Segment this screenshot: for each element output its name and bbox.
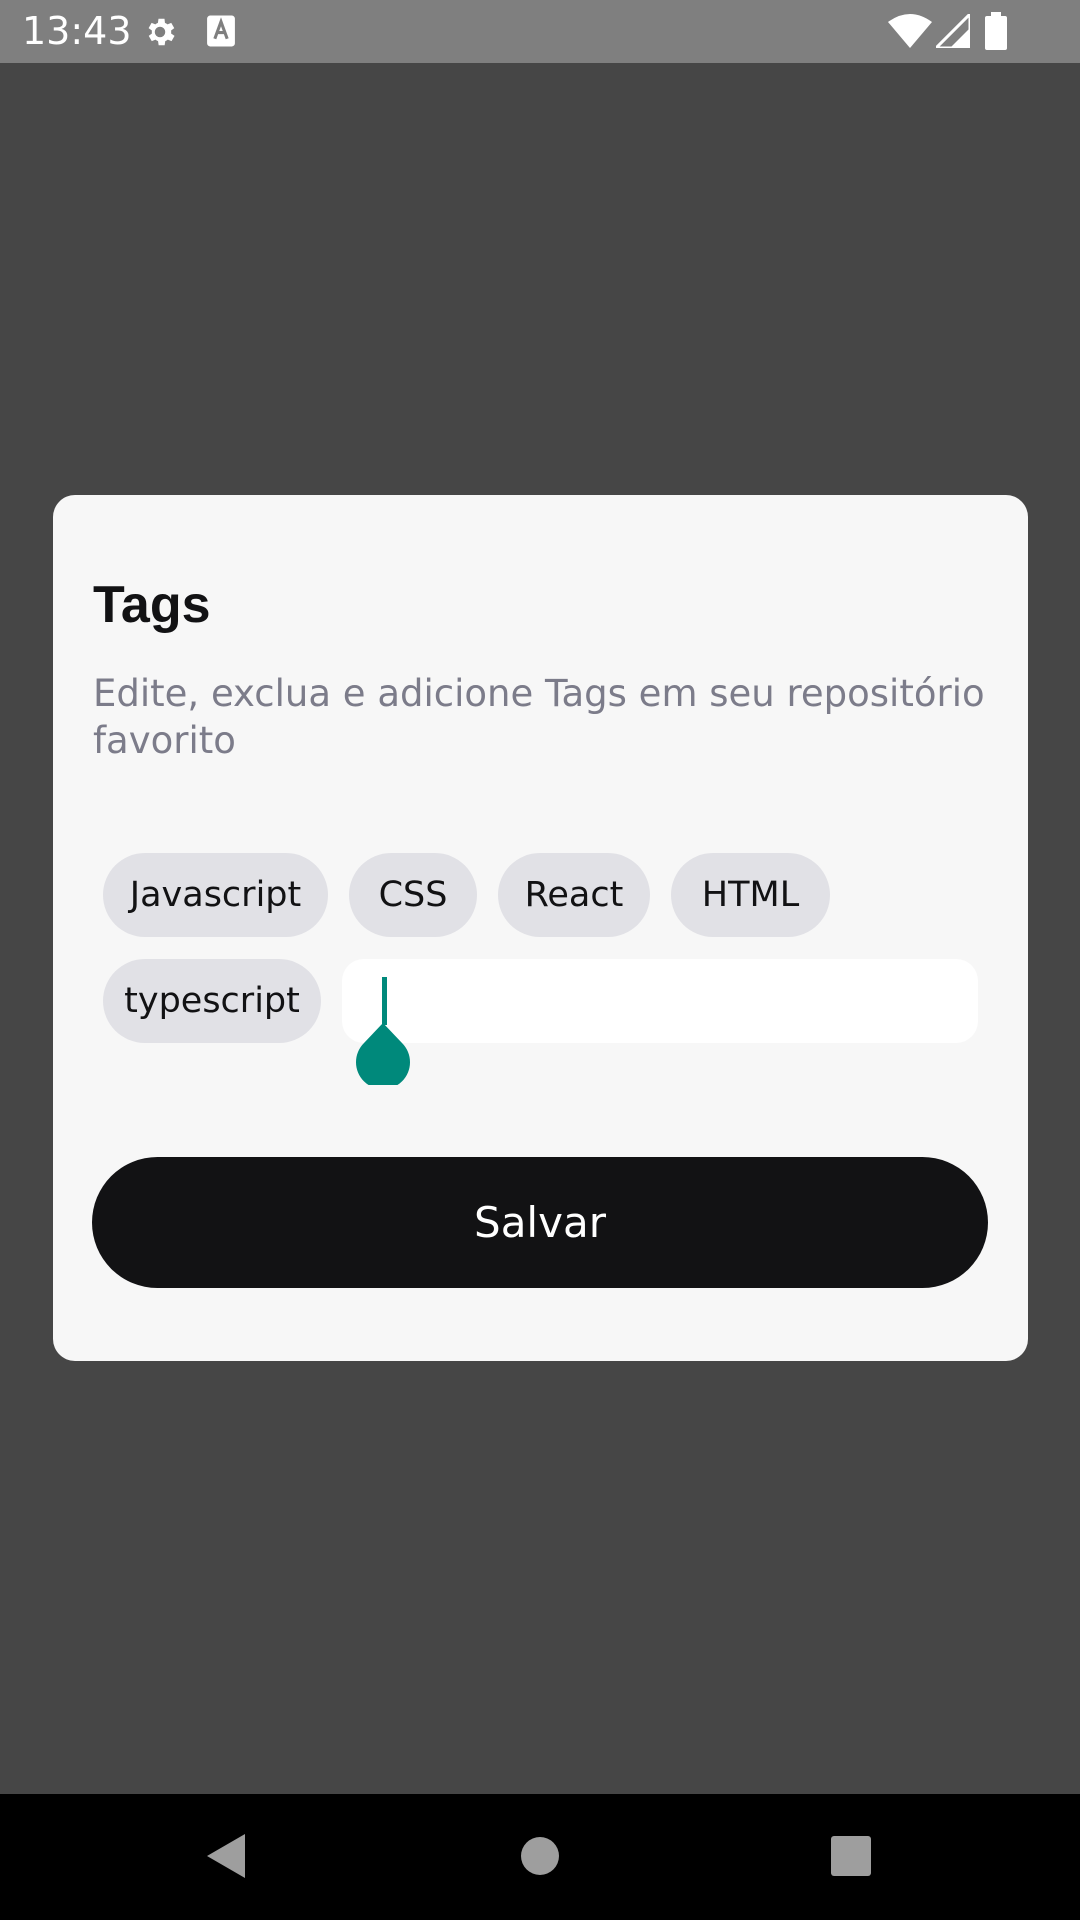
- status-time: 13:43: [22, 9, 132, 53]
- tag-chip-javascript[interactable]: Javascript: [103, 853, 328, 937]
- new-tag-input[interactable]: [342, 959, 978, 1043]
- recents-icon[interactable]: [831, 1836, 871, 1881]
- navigation-bar: [0, 1794, 1080, 1920]
- dialog-title: Tags: [93, 576, 211, 634]
- text-format-icon: [205, 14, 237, 53]
- wifi-icon: [888, 14, 932, 53]
- text-cursor: [382, 977, 387, 1025]
- gear-icon: [142, 14, 178, 55]
- tags-dialog: Tags Edite, exclua e adicione Tags em se…: [53, 495, 1028, 1361]
- save-button[interactable]: Salvar: [92, 1157, 988, 1288]
- dialog-description: Edite, exclua e adicione Tags em seu rep…: [93, 672, 985, 762]
- home-icon[interactable]: [520, 1836, 560, 1881]
- tag-chip-css[interactable]: CSS: [349, 853, 477, 937]
- back-icon[interactable]: [205, 1832, 247, 1885]
- battery-icon: [985, 12, 1007, 55]
- cellular-signal-icon: [932, 10, 972, 53]
- tag-chip-html[interactable]: HTML: [671, 853, 830, 937]
- tag-chip-react[interactable]: React: [498, 853, 650, 937]
- tag-chip-typescript[interactable]: typescript: [103, 959, 321, 1043]
- cursor-handle-icon[interactable]: [356, 1023, 410, 1090]
- status-bar: 13:43: [0, 0, 1080, 63]
